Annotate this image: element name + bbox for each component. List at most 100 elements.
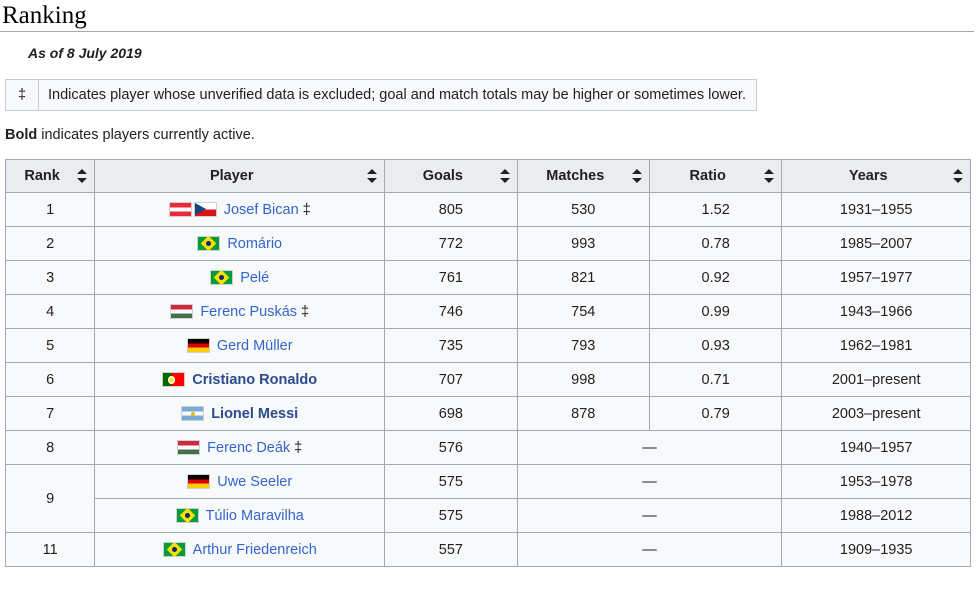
flag-group xyxy=(187,474,211,490)
flag-brazil-icon xyxy=(175,508,199,524)
player-cell: Ferenc Puskás ‡ xyxy=(94,294,386,330)
years-cell: 1988–2012 xyxy=(781,498,971,534)
years-cell: 1909–1935 xyxy=(781,532,971,568)
player-cell: Gerd Müller xyxy=(94,328,386,364)
flag-hungary-icon xyxy=(170,304,194,320)
flag-group xyxy=(210,270,234,286)
matches-cell: 998 xyxy=(516,362,650,398)
table-row: 7 Lionel Messi 698 878 0.79 2003–present xyxy=(4,396,971,432)
goals-cell: 707 xyxy=(384,362,518,398)
legend-note-row: ‡ Indicates player whose unverified data… xyxy=(5,79,757,112)
matches-cell: 754 xyxy=(516,294,650,330)
column-header-matches[interactable]: Matches xyxy=(516,159,650,194)
table-row: 8 Ferenc Deák ‡ 576—1940–1957 xyxy=(4,430,971,466)
column-header-label: Rank xyxy=(24,168,60,185)
sort-arrows-icon[interactable] xyxy=(77,169,88,184)
ranking-table: Rank Player Goals Matches Ratio Years 1 Josef … xyxy=(4,159,971,568)
player-link[interactable]: Arthur Friedenreich xyxy=(193,542,317,558)
rank-cell: 5 xyxy=(4,328,96,364)
player-link[interactable]: Ferenc Puskás xyxy=(200,304,297,320)
column-header-label: Player xyxy=(209,168,254,185)
flag-hungary-icon xyxy=(177,440,201,456)
years-cell: 1957–1977 xyxy=(781,260,971,296)
goals-cell: 698 xyxy=(384,396,518,432)
rank-cell: 9 xyxy=(4,464,96,534)
sort-arrows-icon[interactable] xyxy=(499,169,510,184)
flag-germany-icon xyxy=(187,474,211,490)
column-header-player[interactable]: Player xyxy=(94,159,386,194)
rank-cell: 4 xyxy=(4,294,96,330)
legend-note-box: ‡ Indicates player whose unverified data… xyxy=(5,79,757,112)
column-header-ratio[interactable]: Ratio xyxy=(648,159,783,194)
matches-ratio-unavailable-cell: — xyxy=(516,498,783,534)
legend-note-text: Indicates player whose unverified data i… xyxy=(38,79,757,112)
player-link[interactable]: Gerd Müller xyxy=(217,338,293,354)
flag-group xyxy=(168,202,217,218)
player-link[interactable]: Lionel Messi xyxy=(211,406,298,422)
table-row: 9 Uwe Seeler 575—1953–1978 xyxy=(4,464,971,534)
goals-cell: 772 xyxy=(384,226,518,262)
column-header-goals[interactable]: Goals xyxy=(384,159,518,194)
matches-ratio-unavailable-cell: — xyxy=(516,430,783,466)
flag-group xyxy=(162,542,186,558)
flag-portugal-icon xyxy=(162,372,186,388)
matches-ratio-unavailable-cell: — xyxy=(516,464,783,500)
matches-cell: 993 xyxy=(516,226,650,262)
flag-brazil-icon xyxy=(197,236,221,252)
as-of-date: As of 8 July 2019 xyxy=(28,45,142,62)
years-cell: 1940–1957 xyxy=(781,430,971,466)
rank-cell: 1 xyxy=(4,192,96,228)
bold-legend-keyword: Bold xyxy=(5,127,38,144)
rank-cell: 6 xyxy=(4,362,96,398)
sort-arrows-icon[interactable] xyxy=(953,169,963,184)
table-row: 11 Arthur Friedenreich 557—1909–1935 xyxy=(4,532,971,568)
double-dagger-icon: ‡ xyxy=(294,439,303,456)
bold-legend-text: indicates players currently active. xyxy=(37,127,255,144)
column-header-years[interactable]: Years xyxy=(781,159,971,194)
player-link[interactable]: Cristiano Ronaldo xyxy=(192,372,317,388)
goals-cell: 746 xyxy=(384,294,518,330)
rank-cell: 8 xyxy=(4,430,96,466)
flag-argentina-icon xyxy=(181,406,205,422)
table-row: 5 Gerd Müller 735 793 0.93 1962–1981 xyxy=(4,328,971,364)
years-cell: 1985–2007 xyxy=(781,226,971,262)
player-link[interactable]: Romário xyxy=(227,236,282,252)
column-header-rank[interactable]: Rank xyxy=(4,159,96,194)
sort-arrows-icon[interactable] xyxy=(631,169,642,184)
table-row: 3 Pelé 761 821 0.92 1957–1977 xyxy=(4,260,971,296)
column-header-label: Ratio xyxy=(689,168,726,185)
years-cell: 2003–present xyxy=(781,396,971,432)
years-cell: 1931–1955 xyxy=(781,192,971,228)
flag-brazil-icon xyxy=(210,270,234,286)
flag-austria-icon xyxy=(168,202,192,218)
double-dagger-icon: ‡ xyxy=(301,303,310,320)
table-row: 6 Cristiano Ronaldo 707 998 0.71 2001–present xyxy=(4,362,971,398)
player-cell: Lionel Messi xyxy=(94,396,386,432)
ratio-cell: 0.78 xyxy=(648,226,783,262)
ratio-cell: 0.99 xyxy=(648,294,783,330)
player-link[interactable]: Ferenc Deák xyxy=(207,440,290,456)
double-dagger-icon: ‡ xyxy=(5,79,39,112)
goals-cell: 576 xyxy=(384,430,518,466)
rank-cell: 7 xyxy=(4,396,96,432)
rank-cell: 2 xyxy=(4,226,96,262)
flag-germany-icon xyxy=(186,338,210,354)
ratio-cell: 0.79 xyxy=(648,396,783,432)
player-cell: Pelé xyxy=(94,260,386,296)
flag-group xyxy=(197,236,221,252)
years-cell: 1943–1966 xyxy=(781,294,971,330)
flag-group xyxy=(175,508,199,524)
matches-cell: 793 xyxy=(516,328,650,364)
table-row: 4 Ferenc Puskás ‡ 746 754 0.99 1943–1966 xyxy=(4,294,971,330)
player-link[interactable]: Túlio Maravilha xyxy=(206,508,304,524)
player-cell: Túlio Maravilha xyxy=(94,498,386,534)
ratio-cell: 0.93 xyxy=(648,328,783,364)
sort-arrows-icon[interactable] xyxy=(764,169,775,184)
sort-arrows-icon[interactable] xyxy=(367,169,378,184)
player-link[interactable]: Uwe Seeler xyxy=(217,474,292,490)
matches-cell: 878 xyxy=(516,396,650,432)
player-link[interactable]: Pelé xyxy=(240,270,269,286)
matches-cell: 530 xyxy=(516,192,650,228)
player-link[interactable]: Josef Bican xyxy=(224,202,299,218)
flag-group xyxy=(170,304,194,320)
